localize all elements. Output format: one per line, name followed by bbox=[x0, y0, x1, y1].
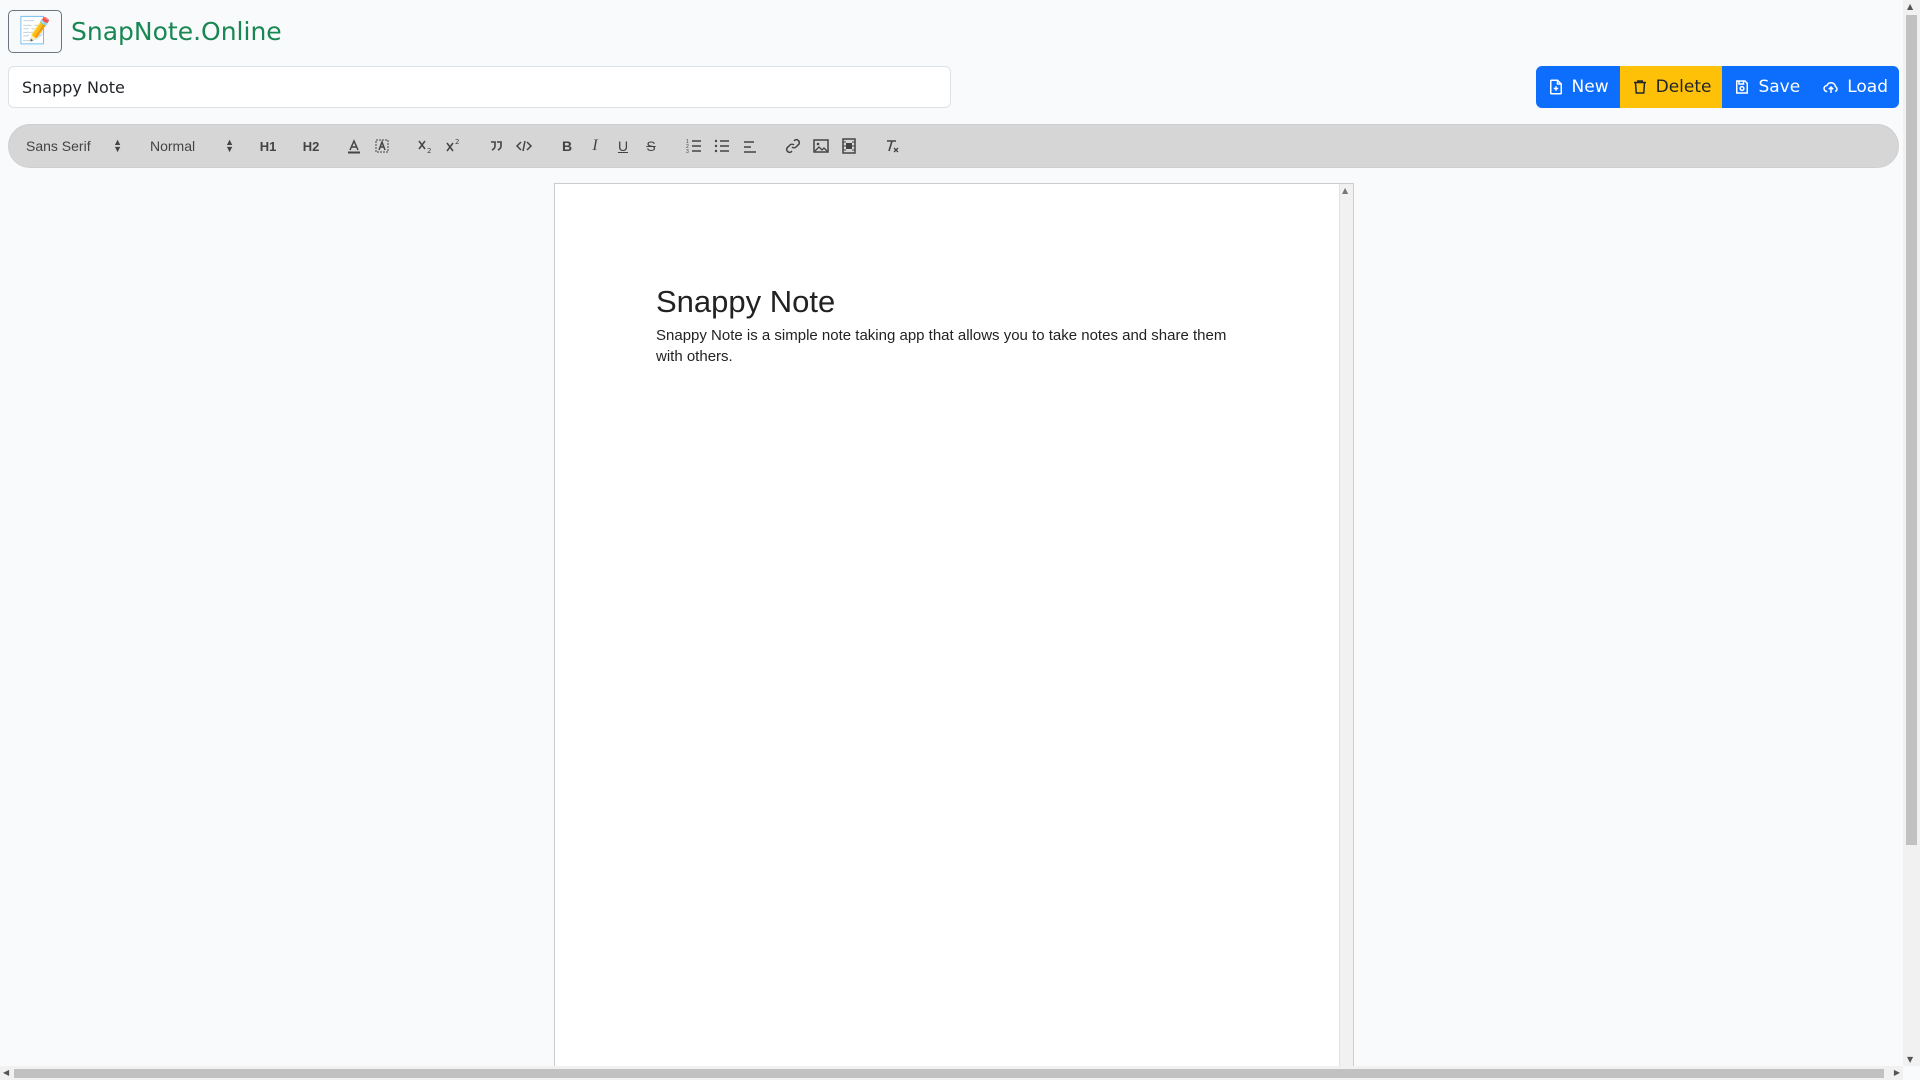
code-icon bbox=[515, 140, 533, 152]
align-button[interactable] bbox=[736, 134, 764, 158]
font-picker-label: Sans Serif bbox=[26, 138, 91, 154]
picker-arrows-icon: ▲ ▼ bbox=[113, 137, 122, 154]
bold-icon: B bbox=[561, 138, 573, 154]
background-color-button[interactable] bbox=[368, 134, 396, 158]
file-plus-icon bbox=[1549, 79, 1562, 95]
link-icon bbox=[785, 138, 801, 154]
align-left-icon bbox=[744, 141, 756, 153]
bullet-list-button[interactable] bbox=[708, 134, 736, 158]
cloud-upload-icon bbox=[1823, 81, 1838, 93]
strike-button[interactable]: S bbox=[637, 134, 665, 158]
save-button-label: Save bbox=[1758, 77, 1801, 97]
heading-2-button[interactable]: H2 bbox=[297, 134, 325, 158]
clear-format-icon bbox=[887, 140, 899, 153]
horizontal-scroll-thumb[interactable] bbox=[14, 1069, 1884, 1078]
scroll-left-arrow-icon[interactable]: ◀ bbox=[3, 1068, 9, 1077]
delete-button[interactable]: Delete bbox=[1619, 66, 1723, 108]
video-button[interactable] bbox=[835, 134, 863, 158]
underline-button[interactable]: U bbox=[609, 134, 637, 158]
video-icon bbox=[842, 138, 856, 154]
load-button-label: Load bbox=[1847, 77, 1888, 97]
heading-1-button[interactable]: H1 bbox=[254, 134, 282, 158]
link-button[interactable] bbox=[779, 134, 807, 158]
scroll-down-arrow-icon[interactable]: ▼ bbox=[1907, 1055, 1913, 1064]
superscript-icon: 2 bbox=[446, 138, 459, 152]
scroll-up-arrow-icon[interactable]: ▲ bbox=[1342, 186, 1348, 195]
quote-icon bbox=[491, 141, 502, 151]
delete-button-label: Delete bbox=[1655, 77, 1712, 97]
note-title-input[interactable] bbox=[8, 66, 951, 108]
highlight-icon bbox=[375, 139, 389, 153]
underline-icon: U bbox=[617, 138, 629, 154]
font-picker[interactable]: Sans Serif ▲ ▼ bbox=[26, 137, 122, 155]
size-picker[interactable]: Normal ▲ ▼ bbox=[150, 137, 234, 155]
new-button-label: New bbox=[1571, 77, 1609, 97]
page-horizontal-scrollbar[interactable]: ◀ ▶ bbox=[0, 1066, 1903, 1080]
subscript-icon: 2 bbox=[418, 140, 431, 155]
page-vertical-scrollbar[interactable]: ▲ ▼ bbox=[1903, 0, 1920, 1066]
heading-2-icon: H2 bbox=[302, 138, 320, 154]
svg-text:2: 2 bbox=[427, 147, 431, 155]
strikethrough-icon: S bbox=[646, 138, 656, 154]
trash-icon bbox=[1633, 80, 1646, 94]
text-color-button[interactable] bbox=[340, 134, 368, 158]
italic-button[interactable]: I bbox=[581, 134, 609, 158]
heading-1-icon: H1 bbox=[259, 138, 277, 154]
svg-text:2: 2 bbox=[455, 138, 459, 146]
vertical-scroll-thumb[interactable] bbox=[1906, 15, 1917, 845]
ordered-list-button[interactable]: 123 bbox=[680, 134, 708, 158]
bold-button[interactable]: B bbox=[553, 134, 581, 158]
document-paragraph[interactable]: Snappy Note is a simple note taking app … bbox=[656, 325, 1236, 367]
memo-icon: 📝 bbox=[18, 16, 52, 46]
clear-format-button[interactable] bbox=[878, 134, 906, 158]
editor-scrollbar[interactable]: ▲ bbox=[1339, 184, 1353, 1080]
superscript-button[interactable]: 2 bbox=[439, 134, 467, 158]
scroll-right-arrow-icon[interactable]: ▶ bbox=[1894, 1068, 1900, 1077]
scroll-up-arrow-icon[interactable]: ▲ bbox=[1907, 2, 1913, 11]
subscript-button[interactable]: 2 bbox=[411, 134, 439, 158]
logo-button[interactable]: 📝 bbox=[8, 9, 62, 53]
document-heading[interactable]: Snappy Note bbox=[656, 284, 1236, 320]
save-icon bbox=[1736, 80, 1749, 94]
new-button[interactable]: New bbox=[1535, 66, 1620, 108]
italic-icon: I bbox=[592, 137, 598, 154]
editor-toolbar: Sans Serif ▲ ▼ Normal ▲ ▼ H1 H2 2 2 B I U … bbox=[8, 124, 1899, 168]
blockquote-button[interactable] bbox=[482, 134, 510, 158]
header: 📝 SnapNote.Online bbox=[8, 8, 282, 54]
editor-content[interactable]: Snappy Note Snappy Note is a simple note… bbox=[656, 284, 1236, 367]
text-color-icon bbox=[348, 139, 360, 154]
action-button-group: New Delete Save Load bbox=[1535, 66, 1899, 108]
editor-page[interactable]: Snappy Note Snappy Note is a simple note… bbox=[554, 183, 1354, 1080]
size-picker-label: Normal bbox=[150, 138, 196, 154]
load-button[interactable]: Load bbox=[1811, 66, 1899, 108]
ordered-list-icon: 123 bbox=[686, 139, 701, 155]
image-button[interactable] bbox=[807, 134, 835, 158]
bullet-list-icon bbox=[714, 139, 729, 153]
svg-text:3: 3 bbox=[686, 149, 689, 155]
image-icon bbox=[813, 139, 829, 153]
picker-arrows-icon: ▲ ▼ bbox=[225, 137, 234, 154]
code-block-button[interactable] bbox=[510, 134, 538, 158]
brand-title: SnapNote.Online bbox=[71, 16, 282, 46]
save-button[interactable]: Save bbox=[1722, 66, 1812, 108]
